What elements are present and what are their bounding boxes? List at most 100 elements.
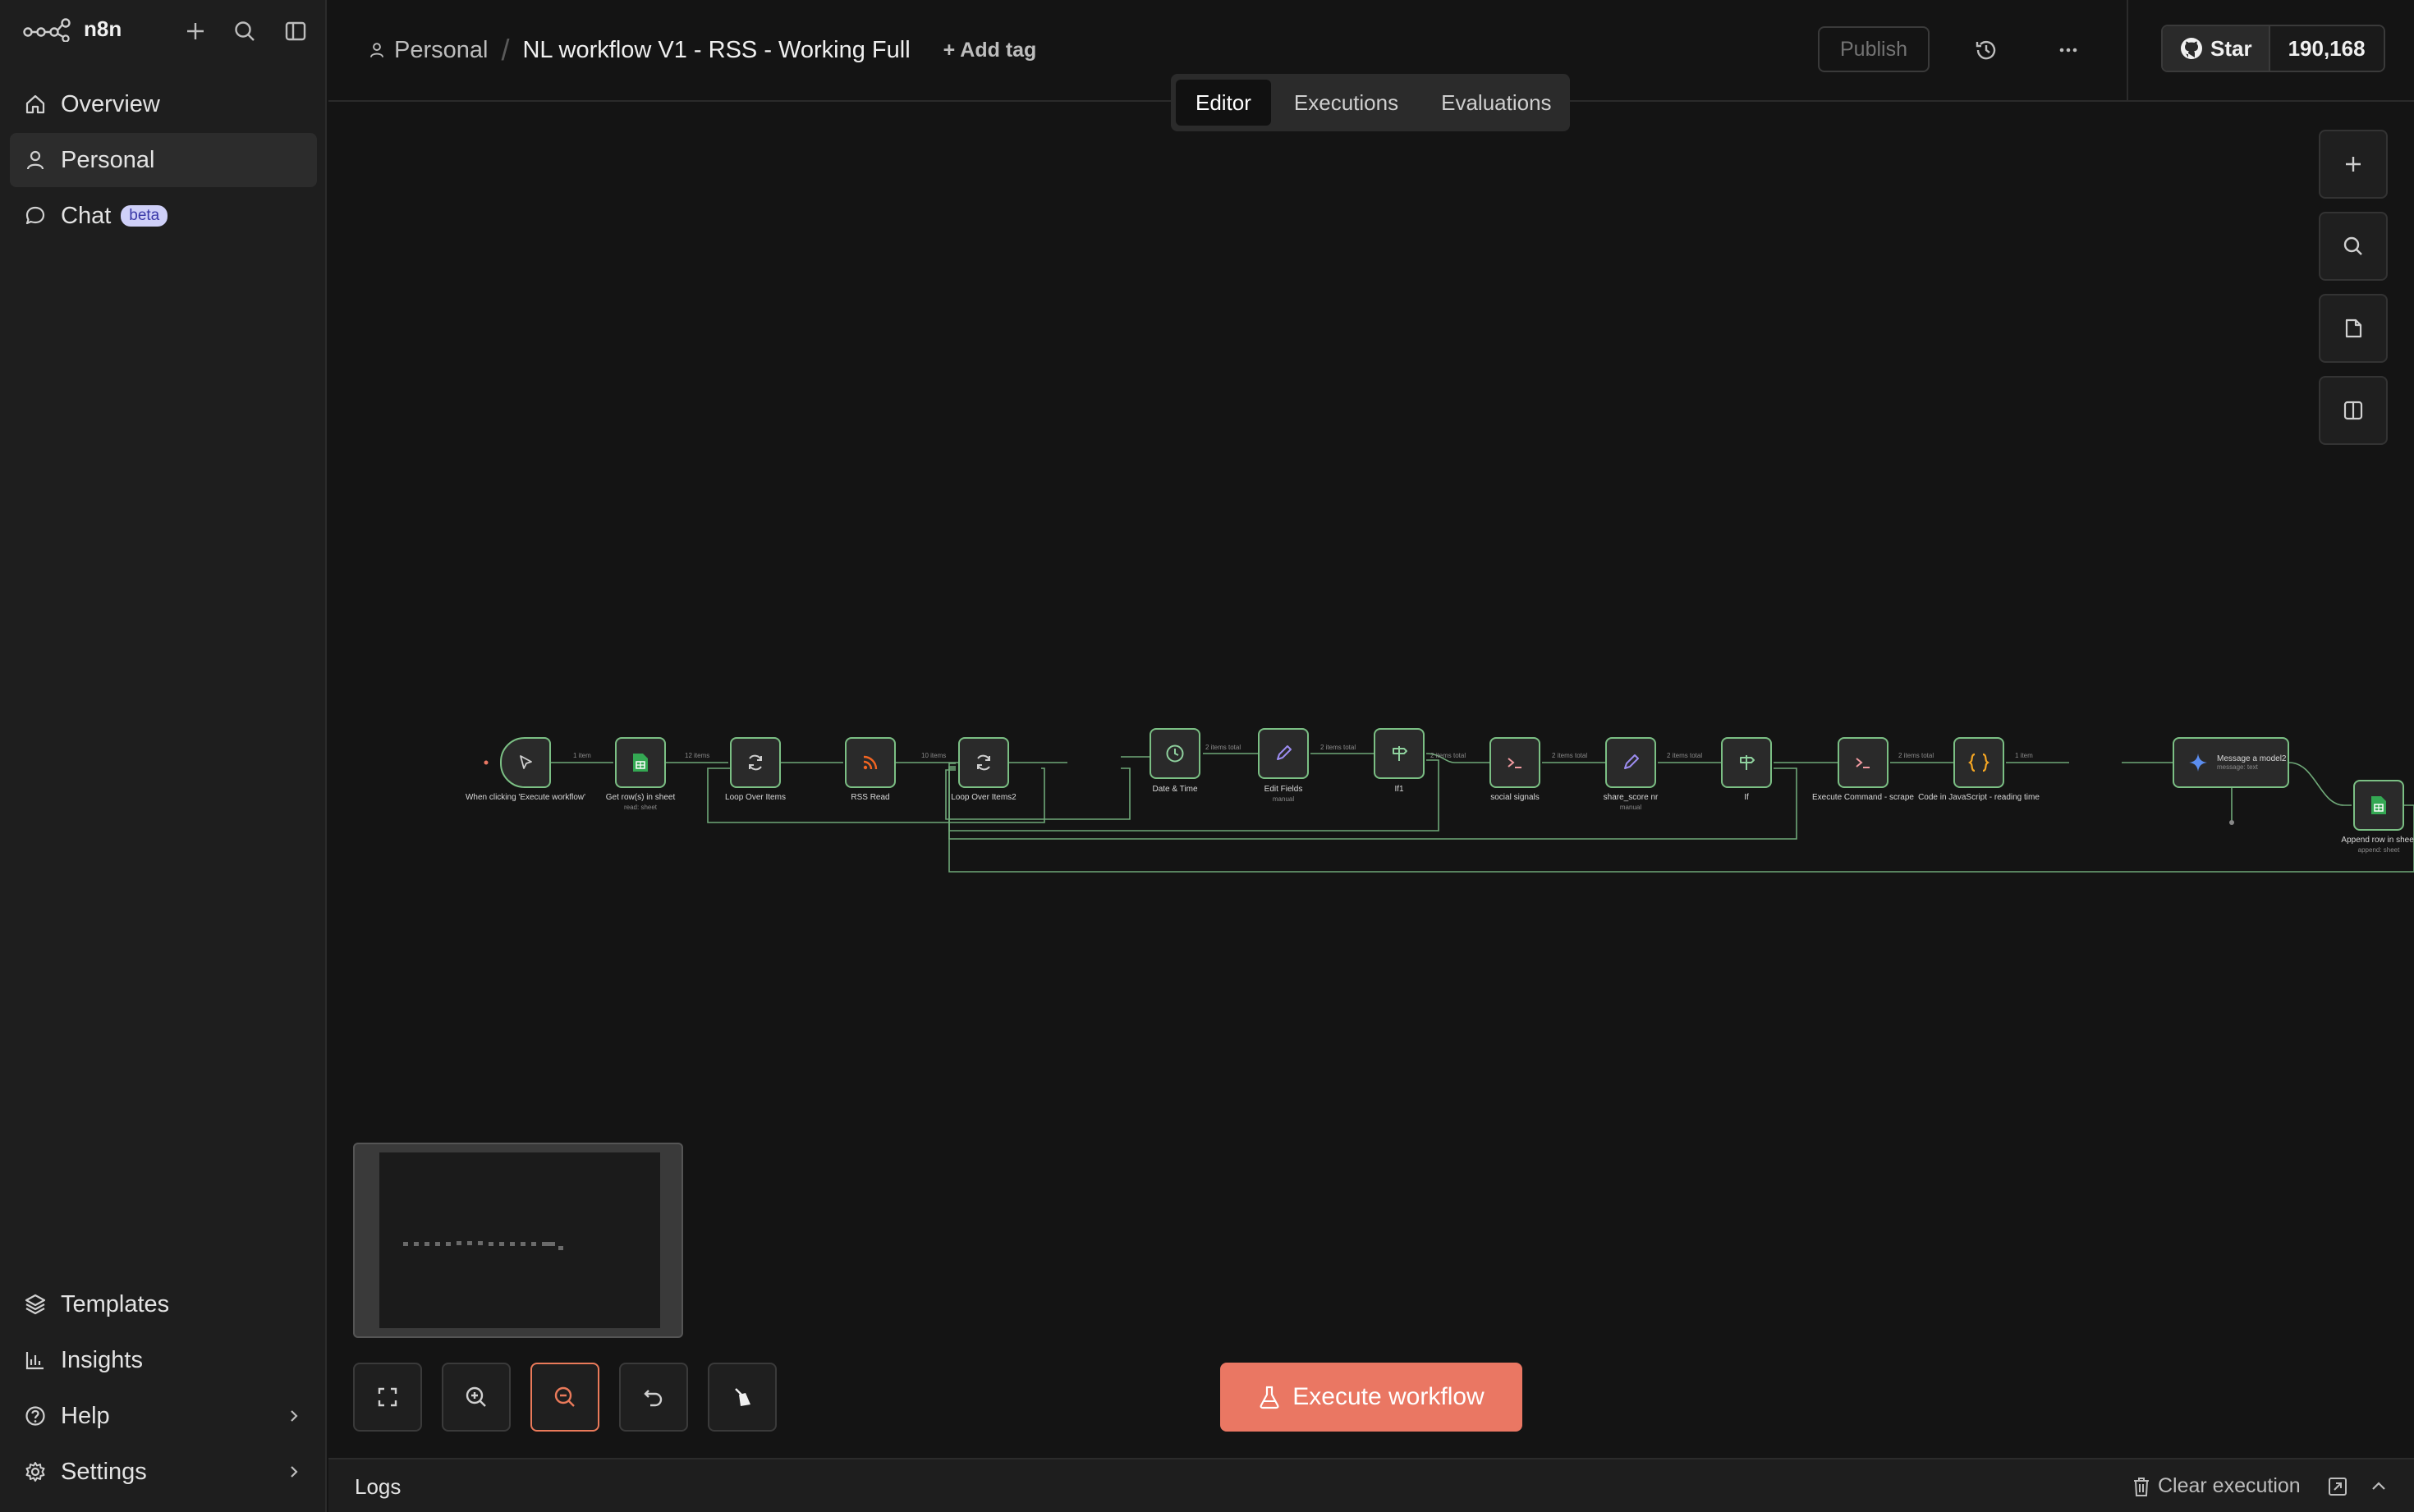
search-nodes-button[interactable]: [2319, 212, 2388, 281]
more-options-button[interactable]: [2048, 30, 2089, 71]
workflow-node-get-rows[interactable]: [615, 737, 666, 788]
edge-label: 1 item: [2015, 752, 2033, 759]
add-node-button[interactable]: [2319, 130, 2388, 199]
nav-item-chat[interactable]: Chat beta: [10, 189, 317, 243]
workflow-node-append-row[interactable]: [2353, 780, 2404, 831]
tab-evaluations[interactable]: Evaluations: [1421, 80, 1571, 126]
tidy-up-button[interactable]: [708, 1363, 777, 1432]
panel-left-icon: [285, 21, 306, 41]
publish-button[interactable]: Publish: [1818, 26, 1930, 72]
nav-label-templates: Templates: [61, 1290, 170, 1317]
node-sublabel: message: text: [2217, 763, 2258, 771]
sticky-note-button[interactable]: [2319, 294, 2388, 363]
workflow-node-share-score[interactable]: [1605, 737, 1656, 788]
github-star-widget: Star 190,168: [2161, 25, 2385, 72]
view-tabs: Editor Executions Evaluations: [1171, 74, 1570, 131]
github-star-count: 190,168: [2268, 26, 2384, 71]
help-icon: [23, 1404, 48, 1428]
breadcrumb-separator: /: [501, 33, 510, 66]
project-name: Personal: [394, 36, 489, 63]
add-tag-button[interactable]: + Add tag: [943, 39, 1037, 62]
github-star-button[interactable]: Star: [2163, 26, 2269, 71]
nav-label-insights: Insights: [61, 1346, 143, 1373]
node-label: If: [1744, 793, 1749, 802]
version-history-button[interactable]: [1966, 30, 2007, 71]
minimap-nodes: [403, 1241, 563, 1250]
minimap-viewport[interactable]: [379, 1152, 660, 1328]
minimap[interactable]: [353, 1143, 683, 1338]
gear-icon: [23, 1459, 48, 1484]
zoom-out-button[interactable]: [530, 1363, 599, 1432]
loop-connection: [948, 766, 1797, 840]
canvas-bottom-toolbar: [353, 1363, 777, 1432]
project-link[interactable]: Personal: [368, 37, 488, 64]
workflow-node-code-javascript[interactable]: [1953, 737, 2004, 788]
workflow-node-rss-read[interactable]: [845, 737, 896, 788]
sidebar: n8n Overview Personal Chat beta Template…: [0, 0, 327, 1512]
broom-icon: [735, 1388, 750, 1406]
terminal-icon: [1508, 758, 1521, 768]
toggle-sidebar-button[interactable]: [279, 15, 312, 48]
workflow-node-manual-trigger[interactable]: [500, 737, 551, 788]
add-button[interactable]: [179, 15, 212, 48]
pop-out-logs-button[interactable]: [2324, 1473, 2352, 1501]
user-icon: [369, 43, 384, 57]
github-star-label: Star: [2210, 35, 2252, 61]
bar-chart-icon: [23, 1348, 48, 1372]
tab-executions[interactable]: Executions: [1274, 80, 1418, 126]
search-button[interactable]: [228, 15, 261, 48]
workflow-node-social-signals[interactable]: [1489, 737, 1540, 788]
templates-icon: [23, 1292, 48, 1317]
workflow-node-loop-over-items2[interactable]: [958, 737, 1009, 788]
canvas-right-toolbar: [2319, 130, 2388, 458]
zoom-out-icon: [554, 1386, 575, 1407]
connection: [2288, 762, 2352, 806]
clear-execution-button[interactable]: Clear execution: [2132, 1474, 2301, 1498]
pencil-icon: [1624, 754, 1639, 769]
edge-label: 1 item: [573, 752, 591, 759]
panel-icon: [2343, 401, 2363, 420]
nav-item-insights[interactable]: Insights: [10, 1333, 317, 1387]
node-label: Loop Over Items2: [951, 793, 1017, 802]
zoom-in-icon: [466, 1386, 486, 1407]
edge-label: 10 items: [921, 752, 947, 759]
logs-title: Logs: [355, 1474, 402, 1499]
undo-icon: [644, 1390, 663, 1407]
cursor-icon: [520, 755, 532, 769]
nav-item-personal[interactable]: Personal: [10, 133, 317, 187]
logs-panel[interactable]: Logs Clear execution: [328, 1458, 2414, 1512]
nav-item-settings[interactable]: Settings: [10, 1445, 317, 1499]
nav-item-templates[interactable]: Templates: [10, 1277, 317, 1331]
zoom-in-button[interactable]: [442, 1363, 511, 1432]
search-icon: [235, 21, 255, 41]
tab-editor[interactable]: Editor: [1176, 80, 1271, 126]
toggle-panel-button[interactable]: [2319, 376, 2388, 445]
fit-view-button[interactable]: [353, 1363, 422, 1432]
reset-zoom-button[interactable]: [619, 1363, 688, 1432]
nav-item-help[interactable]: Help: [10, 1389, 317, 1443]
workflow-node-date-time[interactable]: [1150, 728, 1200, 779]
expand-logs-button[interactable]: [2365, 1473, 2393, 1501]
workflow-node-loop-over-items[interactable]: [730, 737, 781, 788]
google-sheets-icon: [633, 754, 648, 772]
ellipsis-icon: [2059, 48, 2077, 53]
n8n-app: n8n Overview Personal Chat beta Template…: [0, 0, 2414, 1512]
execute-workflow-button[interactable]: Execute workflow: [1220, 1363, 1522, 1432]
workflow-node-if[interactable]: [1721, 737, 1772, 788]
node-sublabel: manual: [1619, 804, 1642, 811]
pop-out-icon: [2329, 1478, 2347, 1496]
nav-label-chat: Chat: [61, 202, 112, 229]
node-text: Message a model2 message: text: [2217, 754, 2287, 771]
workflow-node-message-model[interactable]: Message a model2 message: text: [2173, 737, 2289, 788]
fullscreen-icon: [378, 1387, 397, 1407]
workflow-name[interactable]: NL workflow V1 - RSS - Working Full: [522, 37, 910, 64]
logo[interactable]: n8n: [23, 16, 122, 42]
google-sheets-icon: [2371, 796, 2386, 814]
nav-item-overview[interactable]: Overview: [10, 77, 317, 131]
workflow-node-if1[interactable]: [1374, 728, 1425, 779]
node-label: Append row in sheet: [2341, 836, 2414, 845]
workflow-node-execute-command[interactable]: [1838, 737, 1889, 788]
node-label: social signals: [1490, 793, 1540, 802]
chevron-right-icon: [291, 1410, 298, 1422]
workflow-node-edit-fields[interactable]: [1258, 728, 1309, 779]
